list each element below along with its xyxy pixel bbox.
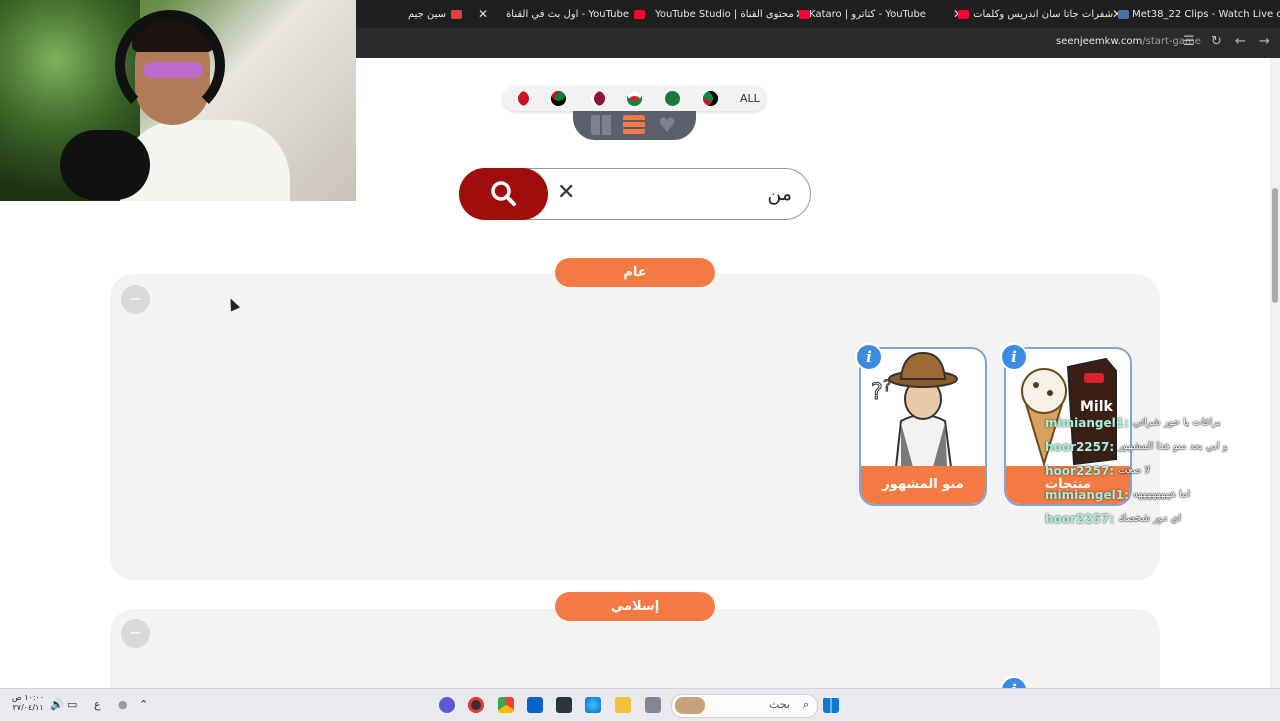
uae-flag-icon[interactable] — [551, 91, 566, 106]
svg-text:?: ? — [883, 376, 892, 395]
language-indicator[interactable]: ع — [94, 698, 101, 711]
saudi-flag-icon[interactable] — [665, 91, 680, 106]
headset — [115, 10, 225, 120]
kuwait-flag-icon[interactable] — [703, 91, 718, 106]
search-button[interactable] — [459, 168, 548, 220]
site-favicon-icon — [1118, 9, 1130, 19]
chrome-icon[interactable] — [498, 697, 514, 713]
svg-text:Milk: Milk — [1080, 399, 1114, 415]
store-icon[interactable] — [556, 697, 572, 713]
url-field[interactable]: seenjeemkw.com/start-game — [1056, 36, 1201, 47]
browser-tab-active[interactable]: سين جيم — [408, 0, 467, 28]
view-toggle: ♥ — [573, 111, 696, 140]
section-title[interactable]: عام — [555, 258, 715, 287]
chat-message: hoor2257: لا صعب — [1045, 464, 1151, 478]
page-scrollbar[interactable] — [1270, 58, 1280, 688]
search-highlight-icon — [675, 697, 705, 714]
youtube-favicon-icon — [957, 9, 969, 19]
info-icon[interactable]: i — [855, 343, 883, 371]
forward-arrow-icon[interactable]: → — [1259, 34, 1270, 49]
info-icon[interactable]: i — [1000, 343, 1028, 371]
detective-with-hat-icon: ? ? — [871, 351, 958, 468]
qatar-flag-icon[interactable] — [590, 91, 605, 106]
microphone-icon[interactable]: ● — [118, 698, 128, 711]
show-hidden-icons-chevron-icon[interactable]: ⌃ — [139, 698, 148, 711]
outlook-icon[interactable] — [527, 697, 543, 713]
microphone — [60, 130, 150, 200]
chat-message: mimiangel1: برافات يا حور شراتي — [1045, 416, 1221, 430]
seenjeem-favicon-icon — [451, 9, 463, 19]
close-tab-icon[interactable]: ✕ — [478, 7, 488, 21]
chat-message: hoor2257: اي دور شخصك — [1045, 512, 1182, 526]
search-icon — [491, 181, 516, 206]
network-icon[interactable]: ▭ — [67, 698, 77, 711]
collapse-section-button[interactable]: − — [121, 619, 150, 648]
app-icon[interactable] — [645, 697, 661, 713]
category-card[interactable]: ? ? منو المشهور — [859, 347, 987, 506]
search-input[interactable] — [590, 175, 794, 213]
youtube-studio-favicon-icon — [798, 9, 810, 19]
taskbar-clock[interactable]: ١٠:٠٠ ص ٢٧/٠٤/١١ — [12, 693, 44, 713]
reload-icon[interactable]: ↻ — [1211, 34, 1222, 49]
svg-text:?: ? — [871, 380, 883, 405]
windows-taskbar: ١٠:٠٠ ص ٢٧/٠٤/١١ 🔊 ▭ ع ● ⌃ بحث ⌕ — [0, 688, 1280, 721]
country-filter-bar: ALL — [503, 86, 766, 111]
card-label: منو المشهور — [861, 466, 985, 504]
grid-view-icon[interactable] — [591, 115, 613, 135]
search-icon: ⌕ — [802, 698, 809, 711]
windows-start-icon[interactable] — [823, 697, 839, 713]
obs-app-icon[interactable] — [468, 697, 484, 713]
back-arrow-icon[interactable]: ← — [1235, 34, 1246, 49]
file-explorer-icon[interactable] — [615, 697, 631, 713]
taskbar-search[interactable]: بحث ⌕ — [671, 694, 818, 718]
sliders-icon[interactable]: ☰ — [1183, 34, 1195, 49]
favorites-heart-icon[interactable]: ♥ — [656, 115, 678, 135]
browser-tab[interactable]: ✕ YouTube Studio | محتوى القناة — [627, 0, 815, 28]
stream-chat-overlay: mimiangel1: برافات يا حور شراتي hoor2257… — [1045, 414, 1235, 534]
search-box: ✕ — [459, 168, 811, 220]
filter-all-button[interactable]: ALL — [740, 92, 760, 105]
webcam-overlay — [0, 0, 356, 201]
section-title[interactable]: إسلامي — [555, 592, 715, 621]
chat-app-icon[interactable] — [439, 697, 455, 713]
category-section-general — [110, 274, 1160, 580]
bahrain-flag-icon[interactable] — [514, 91, 529, 106]
clear-search-icon[interactable]: ✕ — [557, 180, 575, 205]
oman-flag-icon[interactable] — [627, 91, 642, 106]
chat-message: hoor2257: و ابي بعد منو هذا المشهور — [1045, 440, 1228, 454]
scrollbar-thumb[interactable] — [1272, 188, 1278, 303]
edge-icon[interactable] — [585, 697, 601, 713]
browser-tab[interactable]: ✕ Kataro | كتاترو - YouTube — [787, 0, 974, 28]
chat-message: mimiangel1: اما ههههههههه — [1045, 488, 1191, 502]
youtube-favicon-icon — [634, 9, 646, 19]
volume-icon[interactable]: 🔊 — [50, 698, 64, 711]
collapse-section-button[interactable]: − — [121, 285, 150, 314]
browser-tab[interactable]: ✕ اول بث في القناة - YouTube — [470, 0, 650, 28]
list-view-icon[interactable] — [623, 115, 645, 135]
